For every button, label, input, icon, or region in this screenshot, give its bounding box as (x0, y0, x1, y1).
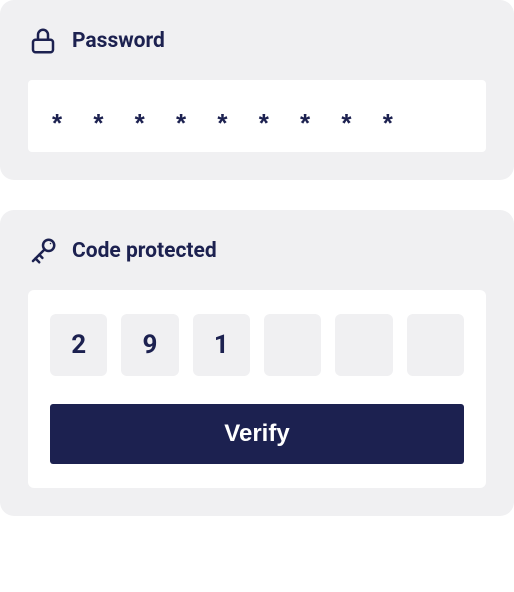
code-cell-1[interactable]: 2 (50, 314, 107, 376)
code-area: 2 9 1 Verify (28, 290, 486, 488)
lock-icon (28, 26, 58, 56)
key-icon (28, 236, 58, 266)
password-label: Password (72, 29, 165, 53)
code-card: Code protected 2 9 1 Verify (0, 210, 514, 516)
code-cells: 2 9 1 (50, 314, 464, 376)
password-card: Password * * * * * * * * * (0, 0, 514, 180)
code-header: Code protected (28, 236, 486, 266)
code-label: Code protected (72, 239, 217, 263)
verify-button[interactable]: Verify (50, 404, 464, 464)
code-cell-3[interactable]: 1 (193, 314, 250, 376)
code-cell-2[interactable]: 9 (121, 314, 178, 376)
code-cell-6[interactable] (407, 314, 464, 376)
password-header: Password (28, 26, 486, 56)
code-cell-5[interactable] (335, 314, 392, 376)
code-cell-4[interactable] (264, 314, 321, 376)
password-input[interactable]: * * * * * * * * * (28, 80, 486, 152)
